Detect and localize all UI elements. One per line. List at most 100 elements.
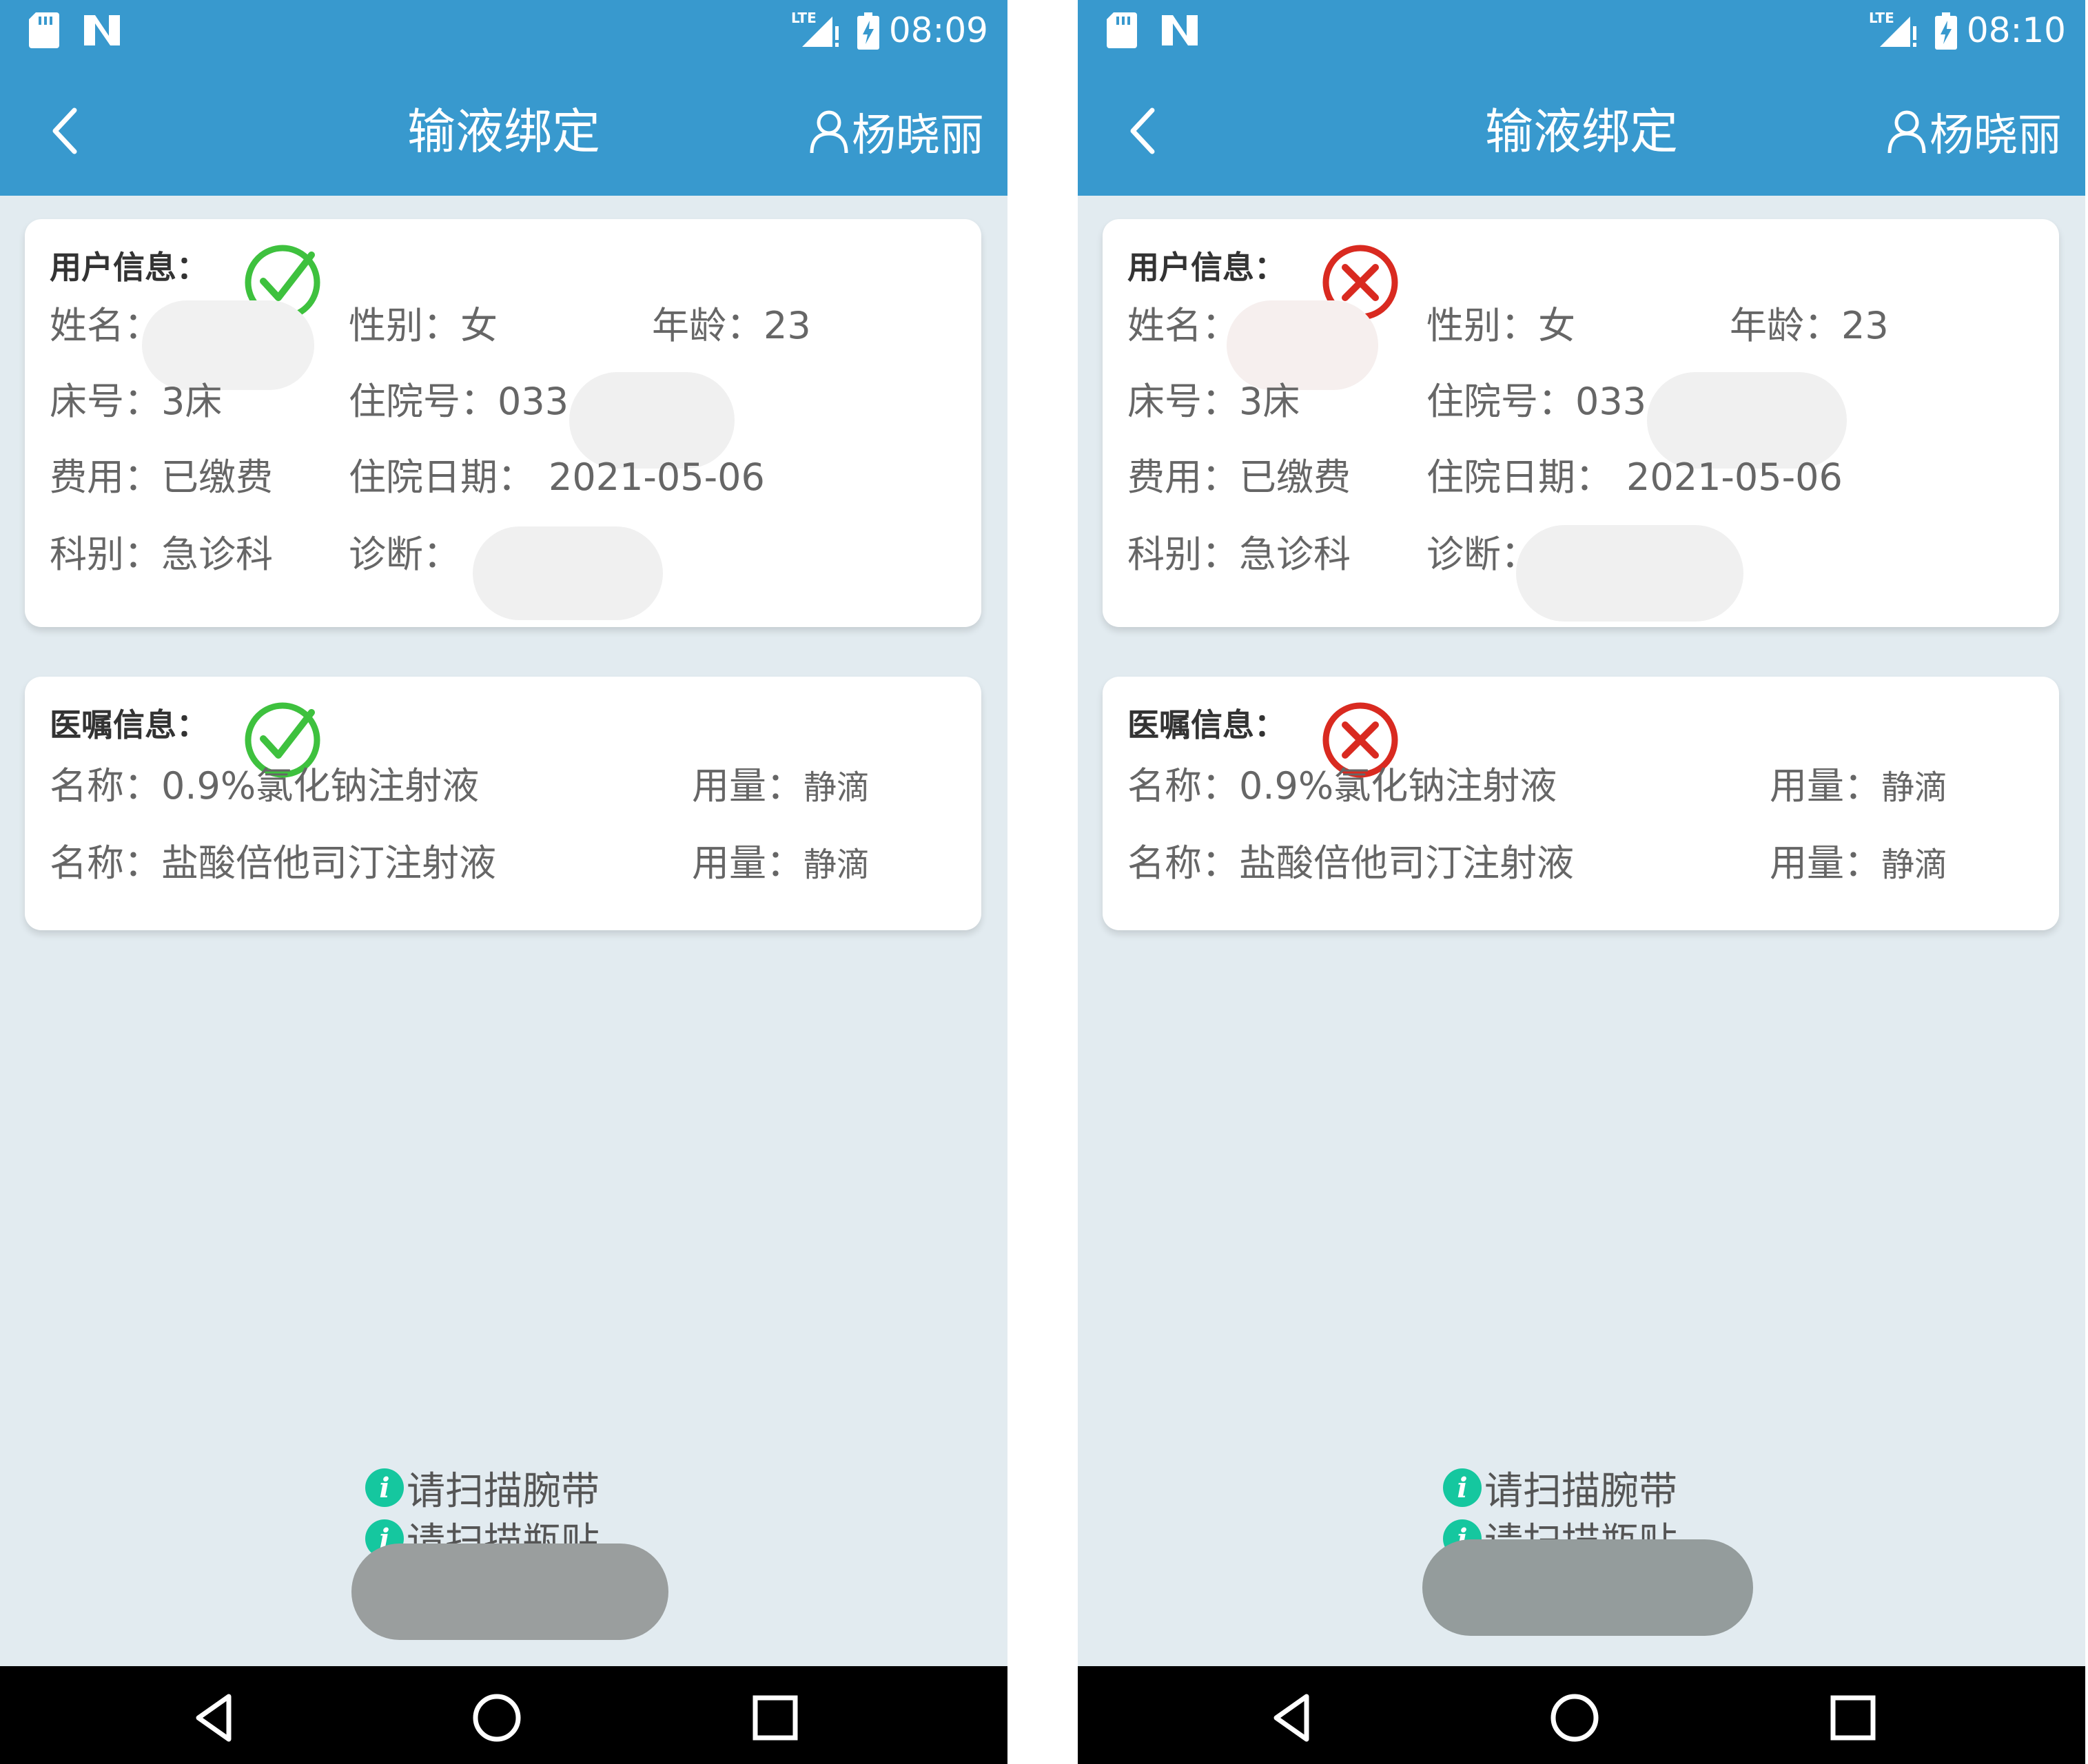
order-name-label: 名称： bbox=[50, 841, 161, 885]
gender-value: 女 bbox=[460, 304, 498, 347]
system-nav-bar bbox=[1078, 1666, 2085, 1764]
back-arrow-icon[interactable] bbox=[1116, 96, 1171, 165]
name-label: 姓名： bbox=[1127, 304, 1239, 347]
user-name: 杨晓丽 bbox=[852, 110, 984, 161]
order-usage-value: 静滴 bbox=[804, 768, 870, 807]
order-item-usage: 用量：静滴 bbox=[1770, 762, 1947, 812]
patient-info-card: 用户信息： 姓名： 性别：女 年龄：23 床号：3床 住院号：033 费用：已缴… bbox=[25, 219, 981, 627]
phone-screen-1: LTE 08:09 输液绑定 杨晓丽 用户信息： 姓名： 性别：女 年龄：23 … bbox=[0, 0, 1007, 1764]
clock-time: 08:10 bbox=[1966, 10, 2066, 50]
user-name: 杨晓丽 bbox=[1930, 110, 2062, 161]
redacted-diagnosis bbox=[473, 526, 663, 620]
user-icon bbox=[810, 110, 848, 154]
age-label: 年龄： bbox=[1730, 304, 1841, 347]
order-name-label: 名称： bbox=[50, 764, 161, 808]
order-info-card: 医嘱信息： 名称：0.9%氯化钠注射液 用量：静滴 名称：盐酸倍他司汀注射液 用… bbox=[25, 677, 981, 930]
sd-card-icon bbox=[29, 12, 59, 48]
nav-home-icon[interactable] bbox=[1544, 1687, 1606, 1749]
redacted-name bbox=[142, 300, 314, 390]
department-label: 科别： bbox=[50, 533, 161, 576]
patient-info-title: 用户信息： bbox=[50, 249, 208, 286]
bed-label: 床号： bbox=[1127, 380, 1239, 423]
gender-label: 性别： bbox=[349, 304, 460, 347]
department-value: 急诊科 bbox=[161, 533, 273, 576]
age-label: 年龄： bbox=[652, 304, 764, 347]
user-icon bbox=[1887, 110, 1926, 154]
admission-no-label: 住院号： bbox=[1426, 380, 1575, 423]
signal-icon bbox=[802, 17, 839, 47]
gender-field: 性别：女 bbox=[1426, 302, 1575, 350]
nav-back-icon[interactable] bbox=[1262, 1687, 1324, 1749]
department-field: 科别：急诊科 bbox=[1127, 531, 1351, 579]
order-usage-label: 用量： bbox=[1770, 764, 1881, 808]
order-item-name: 名称：盐酸倍他司汀注射液 bbox=[1127, 839, 1574, 888]
age-value: 23 bbox=[764, 304, 811, 347]
order-item-name: 名称：盐酸倍他司汀注射液 bbox=[50, 839, 496, 888]
department-value: 急诊科 bbox=[1239, 533, 1351, 576]
admission-no-value: 033 bbox=[1575, 380, 1647, 423]
user-account-button[interactable]: 杨晓丽 bbox=[1887, 101, 2062, 163]
admission-no-label: 住院号： bbox=[349, 380, 498, 423]
redacted-bottom-text bbox=[351, 1544, 668, 1640]
admission-date-field: 住院日期： 2021-05-06 bbox=[349, 453, 765, 502]
age-value: 23 bbox=[1841, 304, 1889, 347]
admission-no-field: 住院号：033 bbox=[1426, 378, 1646, 426]
department-label: 科别： bbox=[1127, 533, 1239, 576]
status-bar: LTE 08:10 bbox=[1078, 0, 2085, 61]
redacted-bottom-text bbox=[1422, 1539, 1753, 1636]
order-item-name: 名称：0.9%氯化钠注射液 bbox=[50, 762, 479, 810]
status-bar: LTE 08:09 bbox=[0, 0, 1007, 61]
admission-no-value: 033 bbox=[498, 380, 569, 423]
order-usage-label: 用量： bbox=[692, 764, 804, 808]
order-name-value: 盐酸倍他司汀注射液 bbox=[161, 841, 496, 885]
battery-charging-icon bbox=[857, 12, 879, 50]
fee-label: 费用： bbox=[1127, 455, 1239, 499]
fee-field: 费用：已缴费 bbox=[50, 453, 273, 502]
admission-date-label: 住院日期： bbox=[349, 455, 535, 499]
order-name-value: 盐酸倍他司汀注射液 bbox=[1239, 841, 1574, 885]
gender-label: 性别： bbox=[1426, 304, 1538, 347]
bed-value: 3床 bbox=[161, 380, 223, 423]
info-icon: i bbox=[1443, 1468, 1482, 1507]
order-usage-label: 用量： bbox=[1770, 841, 1881, 885]
patient-name-field: 姓名： bbox=[1127, 302, 1239, 350]
admission-date-field: 住院日期： 2021-05-06 bbox=[1426, 453, 1843, 502]
order-item-usage: 用量：静滴 bbox=[692, 839, 870, 889]
diagnosis-field: 诊断： bbox=[349, 531, 460, 579]
admission-date-label: 住院日期： bbox=[1426, 455, 1613, 499]
app-bar: 输液绑定 杨晓丽 bbox=[1078, 61, 2085, 196]
patient-info-title: 用户信息： bbox=[1127, 249, 1286, 286]
nav-back-icon[interactable] bbox=[185, 1687, 247, 1749]
order-name-label: 名称： bbox=[1127, 841, 1239, 885]
redacted-diagnosis bbox=[1516, 525, 1743, 622]
bed-field: 床号：3床 bbox=[50, 378, 222, 426]
order-info-title: 医嘱信息： bbox=[50, 706, 208, 743]
redacted-name bbox=[1227, 300, 1378, 390]
scan-wristband-prompt: i 请扫描腕带 bbox=[1443, 1462, 1677, 1514]
age-field: 年龄：23 bbox=[652, 302, 811, 350]
user-account-button[interactable]: 杨晓丽 bbox=[809, 101, 984, 163]
sd-card-icon bbox=[1107, 12, 1137, 48]
phone-screen-2: LTE 08:10 输液绑定 杨晓丽 用户信息： 姓名： 性别：女 年龄：23 … bbox=[1078, 0, 2085, 1764]
order-item-usage: 用量：静滴 bbox=[1770, 839, 1947, 889]
fee-value: 已缴费 bbox=[161, 455, 273, 499]
department-field: 科别：急诊科 bbox=[50, 531, 273, 579]
nav-recents-icon[interactable] bbox=[1822, 1687, 1884, 1749]
nav-home-icon[interactable] bbox=[466, 1687, 528, 1749]
gender-field: 性别：女 bbox=[349, 302, 498, 350]
nav-recents-icon[interactable] bbox=[744, 1687, 806, 1749]
admission-no-field: 住院号：033 bbox=[349, 378, 569, 426]
bed-label: 床号： bbox=[50, 380, 161, 423]
fee-value: 已缴费 bbox=[1239, 455, 1351, 499]
order-name-value: 0.9%氯化钠注射液 bbox=[1239, 764, 1557, 808]
n-notification-icon bbox=[1162, 15, 1198, 45]
patient-info-card: 用户信息： 姓名： 性别：女 年龄：23 床号：3床 住院号：033 费用：已缴… bbox=[1103, 219, 2059, 627]
back-arrow-icon[interactable] bbox=[39, 96, 94, 165]
order-usage-value: 静滴 bbox=[1881, 768, 1948, 807]
order-item-name: 名称：0.9%氯化钠注射液 bbox=[1127, 762, 1557, 810]
battery-charging-icon bbox=[1935, 12, 1957, 50]
signal-icon bbox=[1880, 17, 1916, 47]
info-icon: i bbox=[365, 1468, 404, 1507]
bed-field: 床号：3床 bbox=[1127, 378, 1300, 426]
order-usage-value: 静滴 bbox=[1881, 845, 1948, 884]
